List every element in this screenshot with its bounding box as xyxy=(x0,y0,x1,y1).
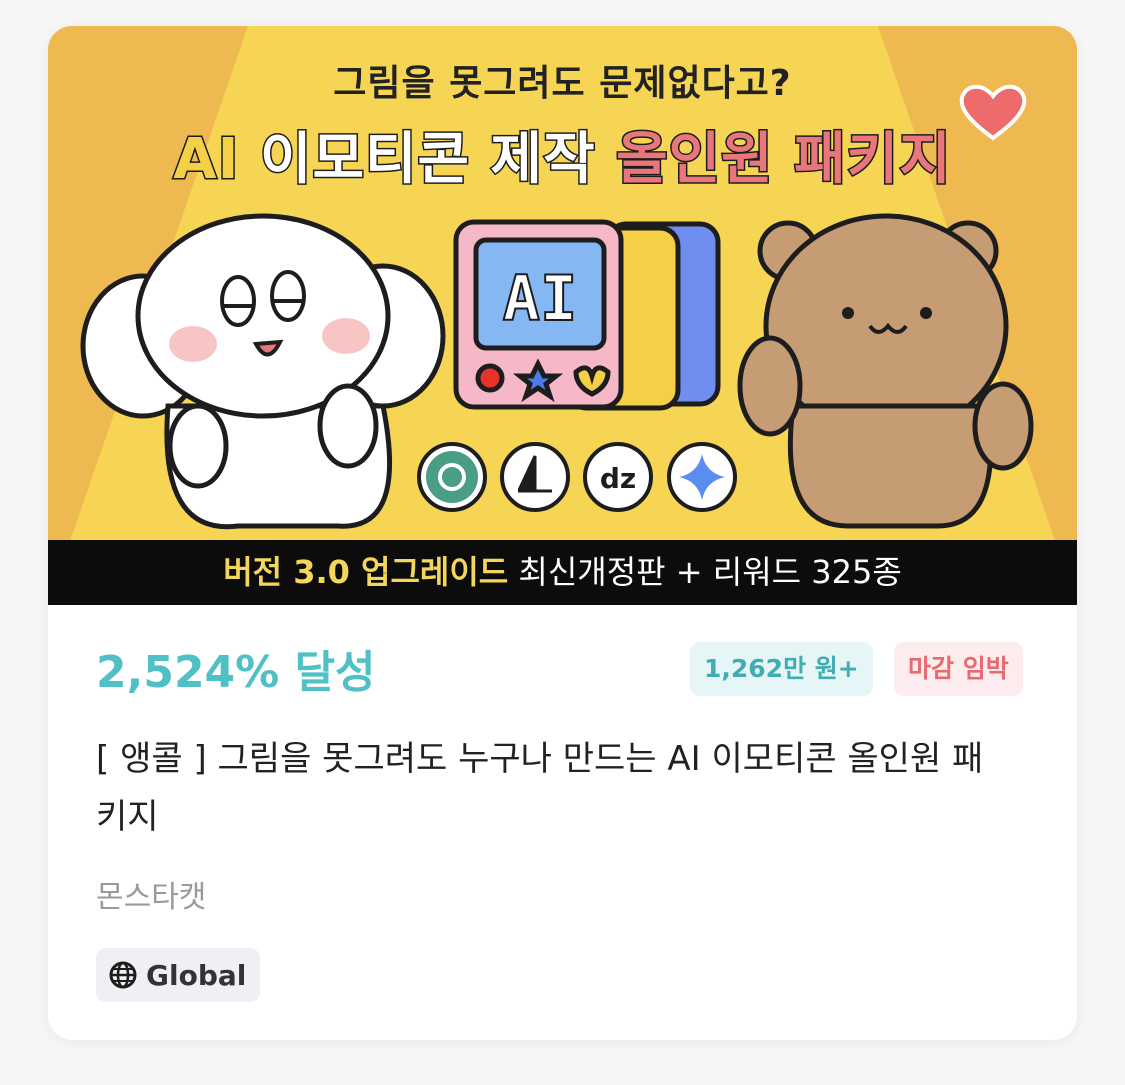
game-device-back xyxy=(453,219,721,411)
svg-text:dz: dz xyxy=(600,462,636,495)
strip-highlight: 버전 3.0 업그레이드 xyxy=(223,553,509,591)
achievement-rate: 2,524% 달성 xyxy=(96,647,376,698)
strip-rest: 최신개정판 + 리워드 325종 xyxy=(518,553,902,591)
creator-name[interactable]: 몬스타캣 xyxy=(96,872,206,916)
deadline-badge: 마감 임박 xyxy=(894,642,1023,696)
project-banner[interactable]: AI dz 그림을 못그려도 문제없다고? AI 이모티콘 제작 올인원 패키지… xyxy=(48,26,1077,605)
dz-icon: dz xyxy=(583,442,653,512)
chatgpt-icon xyxy=(417,442,487,512)
region-tag: Global xyxy=(96,948,261,1002)
banner-headline-mid: 이모티콘 제작 xyxy=(258,126,596,194)
gemini-icon xyxy=(667,442,737,512)
favorite-heart-icon[interactable] xyxy=(958,82,1028,142)
globe-icon xyxy=(109,961,137,989)
banner-strip: 버전 3.0 업그레이드 최신개정판 + 리워드 325종 xyxy=(48,540,1077,605)
banner-headline-ai: AI xyxy=(172,126,240,194)
banner-headline-pink: 올인원 패키지 xyxy=(615,126,953,194)
banner-illustration: AI dz xyxy=(48,26,1077,605)
device-screen-text: AI xyxy=(503,262,578,335)
banner-headline-main: AI 이모티콘 제작 올인원 패키지 xyxy=(48,114,1077,195)
project-title[interactable]: [ 앵콜 ] 그림을 못그려도 누구나 만드는 AI 이모티콘 올인원 패키지 xyxy=(96,730,996,846)
amount-badge: 1,262만 원+ xyxy=(690,642,873,696)
banner-headline-top: 그림을 못그려도 문제없다고? xyxy=(333,63,792,104)
project-card[interactable]: AI dz 그림을 못그려도 문제없다고? AI 이모티콘 제작 올인원 패키지… xyxy=(48,26,1077,1040)
midjourney-icon xyxy=(500,442,570,512)
region-label: Global xyxy=(146,958,247,992)
